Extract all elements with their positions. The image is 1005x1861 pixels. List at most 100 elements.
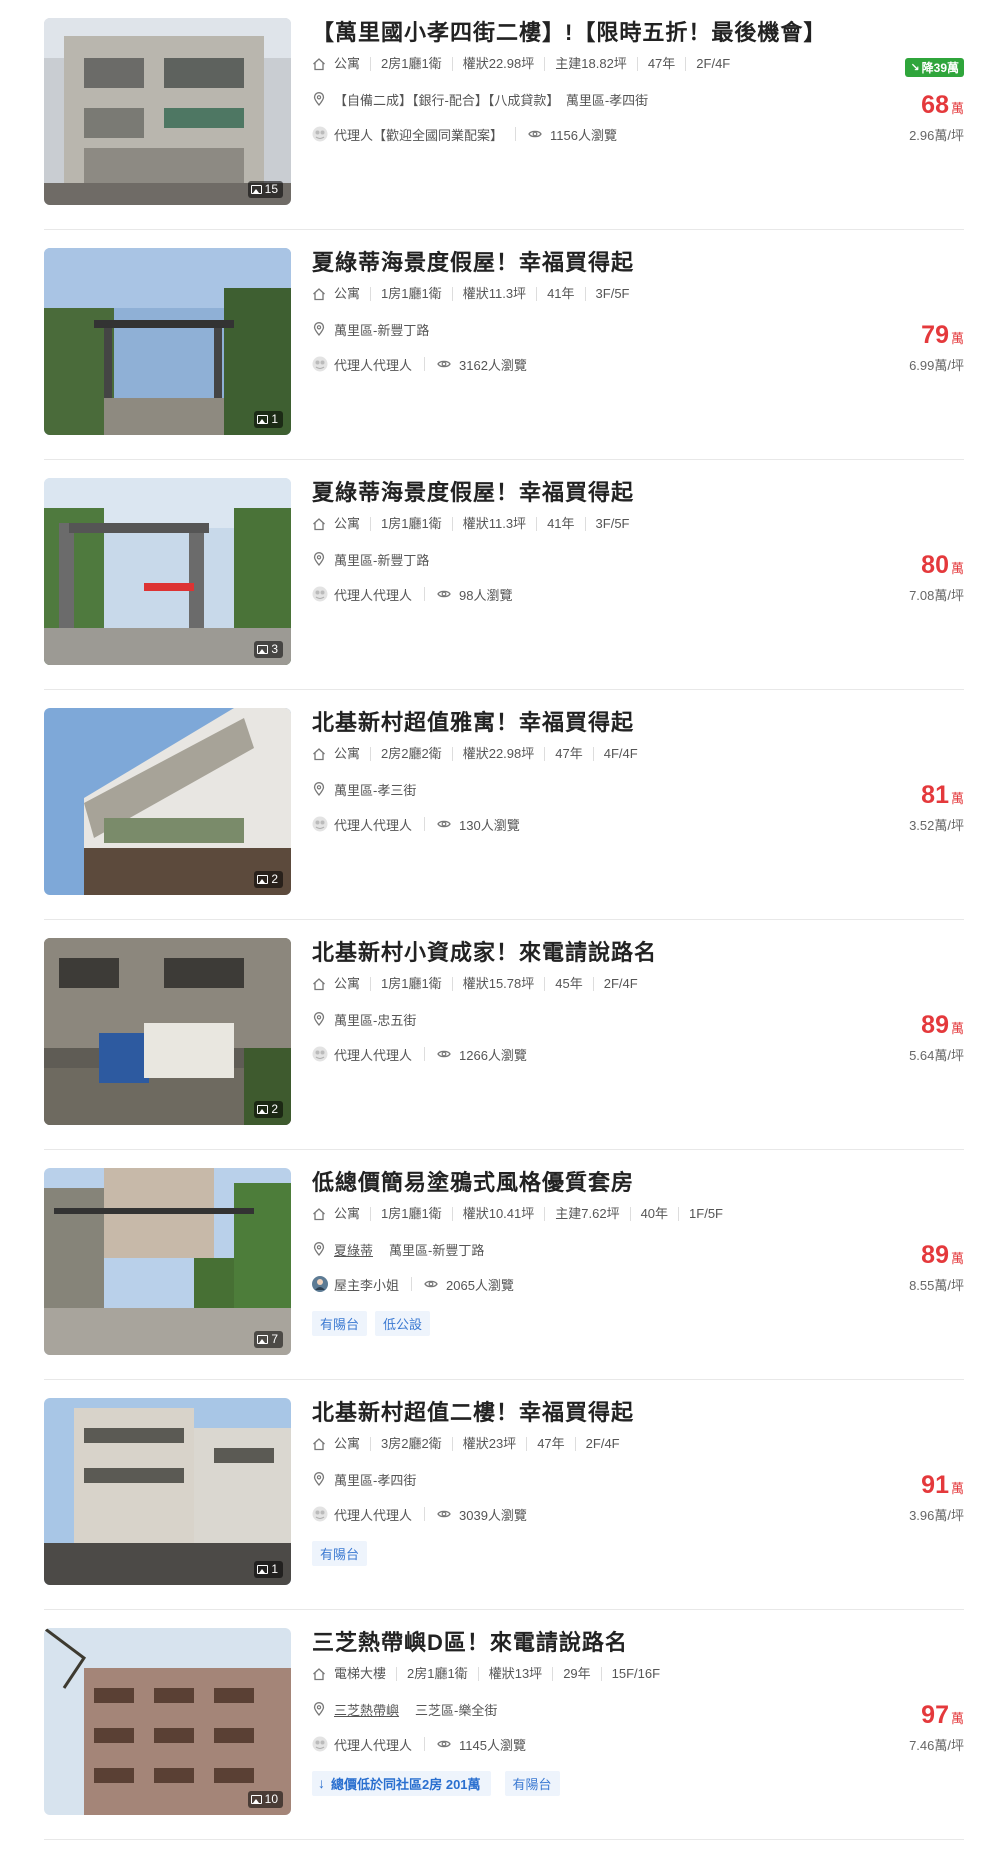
- eye-icon: [437, 1737, 451, 1751]
- house-icon: [312, 1667, 326, 1681]
- listing-card[interactable]: 3 夏綠蒂海景度假屋！幸福買得起公寓 1房1廳1衛 權狀11.3坪 41年 3F/5F 萬里…: [44, 460, 964, 690]
- spec-item: 2F/4F: [574, 1437, 630, 1451]
- price-compare-badge[interactable]: ↓ 總價低於同社區2房 201萬: [312, 1770, 491, 1796]
- listing-photo[interactable]: 10: [44, 1628, 291, 1815]
- spec-item: 45年: [544, 977, 592, 991]
- agent-name[interactable]: 代理人【歡迎全國同業配案】: [334, 125, 503, 144]
- listing-title[interactable]: 夏綠蒂海景度假屋！幸福買得起: [312, 248, 852, 278]
- property-type: 公寓: [334, 1436, 361, 1451]
- listing-card[interactable]: 1 夏綠蒂海景度假屋！幸福買得起 公寓 1房1廳1衛 權狀11.3坪 41年 3F/5F 萬里…: [44, 230, 964, 460]
- property-type: 公寓: [334, 746, 361, 761]
- price-box: 81 萬 3.52萬/坪: [909, 782, 964, 834]
- listing-info: 【萬里國小孝四街二樓】!【限時五折！最後機會】 公寓 2房1廳1衛 權狀22.98坪主…: [312, 18, 852, 144]
- listing-info: 三芝熱帶嶼D區！來電請說路名 電梯大樓 2房1廳1衛 權狀13坪 29年 15F/16F 三…: [312, 1628, 852, 1796]
- spec-item: 2F/4F: [592, 977, 648, 991]
- spec-item: 29年: [552, 1667, 600, 1681]
- spec-item: 權狀22.98坪: [451, 57, 545, 71]
- listing-card[interactable]: 10 三芝熱帶嶼D區！來電請說路名 電梯大樓 2房1廳1衛 權狀13坪 29年 15F/16…: [44, 1610, 964, 1840]
- agent-name[interactable]: 代理人代理人: [334, 815, 412, 834]
- spec-item: 3房2廳2衛: [370, 1437, 452, 1451]
- map-pin-icon: [312, 1472, 326, 1487]
- agent-avatar-icon: [312, 586, 328, 602]
- listing-photo[interactable]: 15: [44, 18, 291, 205]
- eye-icon: [437, 1507, 451, 1521]
- spec-row: 公寓 1房1廳1衛 權狀11.3坪 41年 3F/5F: [312, 514, 852, 534]
- agent-row: 代理人代理人 130人瀏覽: [312, 814, 852, 834]
- feature-tag[interactable]: 有陽台: [312, 1310, 368, 1336]
- eye-icon: [437, 587, 451, 601]
- listing-photo[interactable]: 2: [44, 938, 291, 1125]
- listing-title[interactable]: 低總價簡易塗鴉式風格優質套房: [312, 1168, 852, 1198]
- spec-item: 1房1廳1衛: [370, 287, 452, 301]
- location-row: 萬里區-新豐丁路: [312, 549, 852, 569]
- listing-photo[interactable]: 1: [44, 1398, 291, 1585]
- spec-row: 公寓 3房2廳2衛 權狀23坪 47年 2F/4F: [312, 1434, 852, 1454]
- price-per-ping: 3.96萬/坪: [909, 1508, 964, 1523]
- house-icon: [312, 1437, 326, 1451]
- agent-name[interactable]: 代理人代理人: [334, 1735, 412, 1754]
- spec-item: 15F/16F: [600, 1667, 670, 1681]
- house-icon: [312, 977, 326, 991]
- price-compare-text: 總價低於同社區2房 201萬: [331, 1776, 481, 1792]
- price-per-ping: 3.52萬/坪: [909, 818, 964, 833]
- price-per-ping: 7.08萬/坪: [909, 588, 964, 603]
- spec-item: 3F/5F: [584, 517, 640, 531]
- listing-card[interactable]: 1 北基新村超值二樓！幸福買得起 公寓 3房2廳2衛 權狀23坪 47年 2F/4F 萬里區-…: [44, 1380, 964, 1610]
- property-type: 公寓: [334, 286, 361, 301]
- divider: [411, 1277, 413, 1291]
- community-link[interactable]: 夏綠蒂: [334, 1240, 373, 1259]
- price-box: 80 萬 7.08萬/坪: [909, 552, 964, 604]
- agent-name[interactable]: 代理人代理人: [334, 585, 412, 604]
- community-link[interactable]: 三芝熱帶嶼: [334, 1700, 399, 1719]
- listing-title[interactable]: 北基新村超值二樓！幸福買得起: [312, 1398, 852, 1428]
- feature-tag[interactable]: 有陽台: [504, 1770, 560, 1796]
- photo-count: 15: [247, 181, 283, 198]
- listing-photo[interactable]: 1: [44, 248, 291, 435]
- spec-item: 權狀13坪: [477, 1667, 552, 1681]
- listing-photo[interactable]: 2: [44, 708, 291, 895]
- agent-avatar-icon: [312, 1046, 328, 1062]
- listing-title[interactable]: 三芝熱帶嶼D區！來電請說路名: [312, 1628, 852, 1658]
- arrow-down-icon: ↓: [318, 1775, 325, 1791]
- listing-photo[interactable]: 3: [44, 478, 291, 665]
- location-row: 萬里區-忠五街: [312, 1009, 852, 1029]
- spec-row: 公寓 1房1廳1衛 權狀15.78坪 45年 2F/4F: [312, 974, 852, 994]
- agent-name[interactable]: 屋主李小姐: [334, 1275, 399, 1294]
- feature-tag[interactable]: 低公設: [375, 1310, 431, 1336]
- listing-card[interactable]: 2 北基新村超值雅寓！幸福買得起 公寓 2房2廳2衛 權狀22.98坪 47年 4F/4F 萬…: [44, 690, 964, 920]
- agent-name[interactable]: 代理人代理人: [334, 1505, 412, 1524]
- total-price: 79 萬: [909, 322, 964, 352]
- feature-tag[interactable]: 有陽台: [312, 1540, 368, 1566]
- spec-item: 41年: [536, 517, 584, 531]
- spec-item: 47年: [526, 1437, 574, 1451]
- spec-row: 公寓 1房1廳1衛 權狀10.41坪 主建7.62坪 40年 1F/5F: [312, 1204, 852, 1224]
- listing-photo[interactable]: 7: [44, 1168, 291, 1355]
- agent-name[interactable]: 代理人代理人: [334, 355, 412, 374]
- listing-title[interactable]: 【萬里國小孝四街二樓】!【限時五折！最後機會】: [312, 18, 852, 48]
- listing-card[interactable]: 2 北基新村小資成家！來電請說路名公寓 1房1廳1衛 權狀15.78坪 45年 2F/4F…: [44, 920, 964, 1150]
- price-value: 79: [921, 321, 949, 349]
- photo-count: 10: [247, 1791, 283, 1808]
- price-unit: 萬: [950, 331, 964, 346]
- listing-title[interactable]: 北基新村小資成家！來電請說路名: [312, 938, 852, 968]
- price-value: 97: [921, 1701, 949, 1729]
- listing-card[interactable]: 7 低總價簡易塗鴉式風格優質套房公寓 1房1廳1衛 權狀10.41坪 主建7.62坪 40…: [44, 1150, 964, 1380]
- agent-name[interactable]: 代理人代理人: [334, 1045, 412, 1064]
- price-box: 97 萬 7.46萬/坪: [909, 1702, 964, 1754]
- photo-count-value: 1: [271, 1562, 278, 1576]
- spec-item: 2房2廳2衛: [370, 747, 452, 761]
- divider: [424, 587, 426, 601]
- agent-row: 代理人代理人 3039人瀏覽: [312, 1504, 852, 1524]
- view-count: 130人瀏覽: [459, 817, 520, 833]
- price-box: 68 萬 2.96萬/坪: [909, 92, 964, 144]
- listing-title[interactable]: 夏綠蒂海景度假屋！幸福買得起: [312, 478, 852, 508]
- price-unit: 萬: [950, 1251, 964, 1266]
- price-per-ping: 7.46萬/坪: [909, 1738, 964, 1753]
- listing-title[interactable]: 北基新村超值雅寓！幸福買得起: [312, 708, 852, 738]
- map-pin-icon: [312, 1242, 326, 1257]
- listing-card[interactable]: 15 【萬里國小孝四街二樓】!【限時五折！最後機會】 公寓 2房1廳1衛 權狀22.98…: [44, 0, 964, 230]
- photo-icon: [250, 1795, 262, 1804]
- total-price: 68 萬: [909, 92, 964, 122]
- spec-item: 47年: [636, 57, 685, 71]
- photo-icon: [257, 415, 269, 424]
